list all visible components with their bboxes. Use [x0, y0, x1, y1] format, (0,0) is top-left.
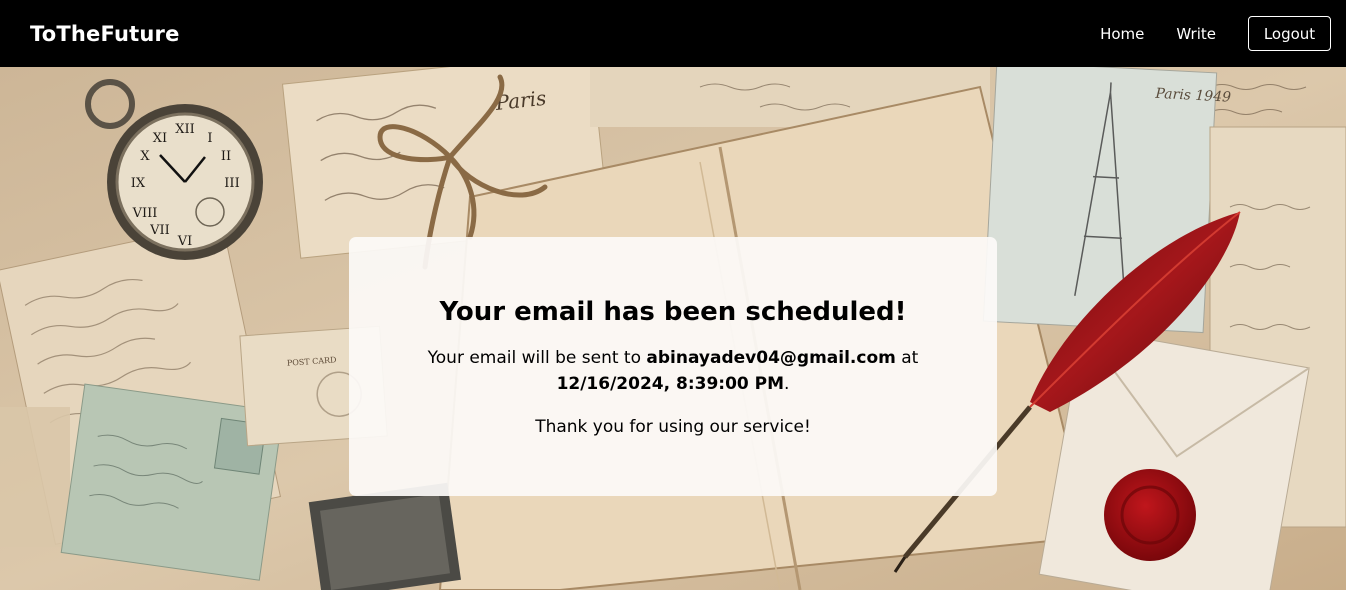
confirmation-title: Your email has been scheduled! — [439, 297, 907, 327]
wax-seal — [1104, 469, 1196, 561]
confirmation-card: Your email has been scheduled! Your emai… — [349, 237, 997, 496]
message-prefix: Your email will be sent to — [427, 348, 641, 368]
navbar: ToTheFuture Home Write Logout — [0, 0, 1346, 67]
nav-home-link[interactable]: Home — [1100, 25, 1144, 43]
scheduled-datetime: 12/16/2024, 8:39:00 PM — [556, 374, 785, 394]
thank-you-message: Thank you for using our service! — [535, 417, 811, 437]
svg-text:X: X — [140, 149, 150, 164]
svg-text:XII: XII — [175, 122, 195, 137]
svg-text:VII: VII — [149, 223, 170, 238]
brand-logo[interactable]: ToTheFuture — [30, 22, 180, 46]
message-at: at — [901, 348, 919, 368]
recipient-email: abinayadev04@gmail.com — [646, 348, 896, 368]
svg-text:XI: XI — [153, 131, 167, 146]
message-suffix: . — [784, 374, 790, 394]
svg-text:VI: VI — [177, 234, 193, 249]
logout-button[interactable]: Logout — [1248, 16, 1331, 51]
nav-write-link[interactable]: Write — [1176, 25, 1216, 43]
nav-links: Home Write Logout — [1100, 16, 1331, 51]
svg-text:VIII: VIII — [132, 206, 158, 221]
svg-text:III: III — [224, 176, 239, 191]
svg-text:II: II — [221, 149, 231, 164]
confirmation-message: Your email will be sent to abinayadev04@… — [373, 345, 973, 397]
svg-text:I: I — [207, 131, 212, 146]
svg-text:IX: IX — [131, 176, 146, 191]
